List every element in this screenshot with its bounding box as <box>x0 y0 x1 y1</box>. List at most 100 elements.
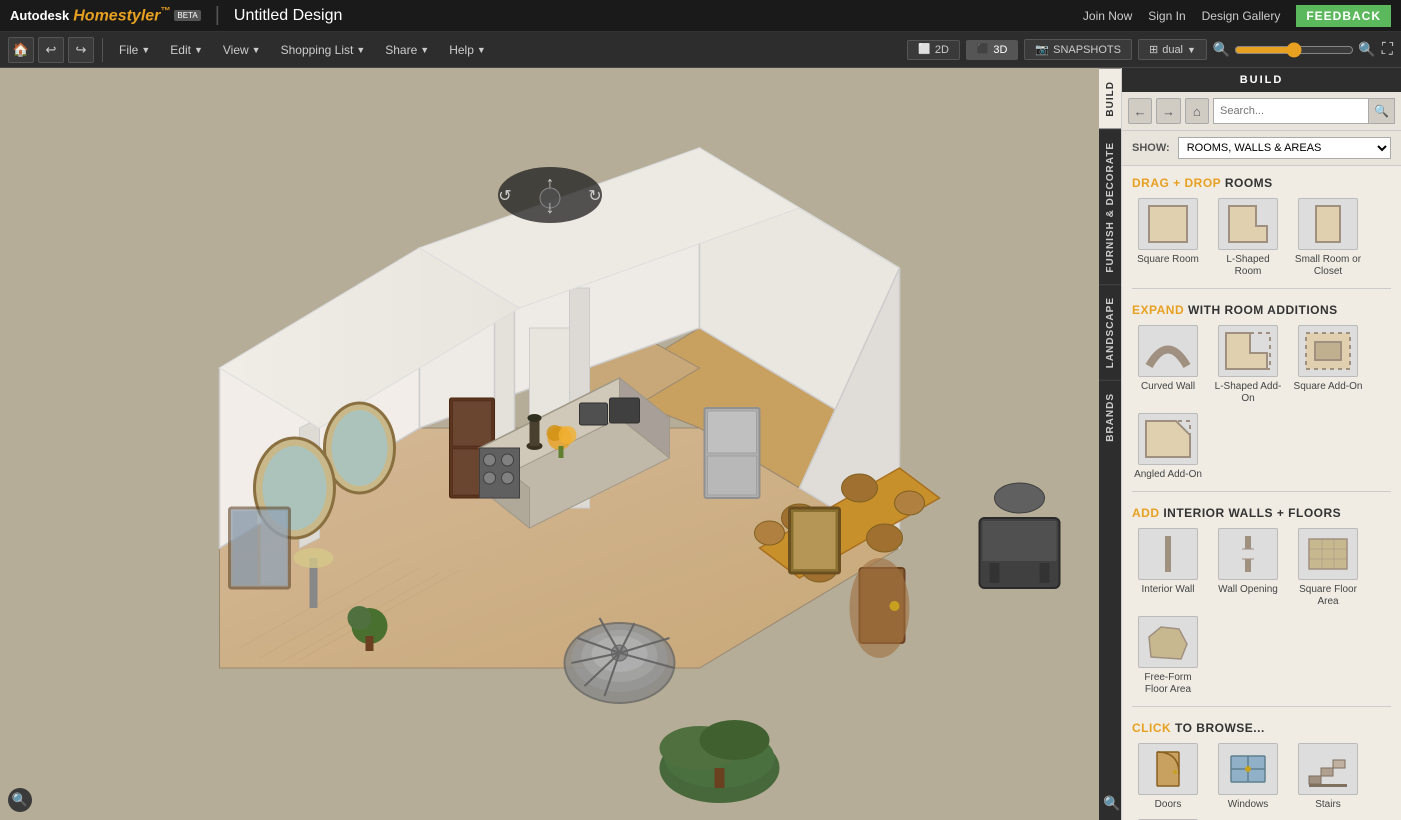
stairs-item[interactable]: Stairs <box>1292 743 1364 811</box>
doors-icon <box>1138 743 1198 795</box>
main-area: ↑ ↺ ↻ ↓ <box>0 68 1401 820</box>
svg-text:↓: ↓ <box>545 197 554 217</box>
small-room-item[interactable]: Small Room or Closet <box>1292 198 1364 278</box>
landscape-tab[interactable]: LANDSCAPE <box>1099 284 1121 380</box>
fullscreen-button[interactable]: ⛶ <box>1382 41 1393 59</box>
design-title: Untitled Design <box>234 7 343 25</box>
build-header: BUILD <box>1122 68 1401 92</box>
click-section: CLICK TO BROWSE... Doors <box>1122 711 1401 820</box>
view-3d-button[interactable]: ⬛ 3D <box>966 40 1019 60</box>
wall-opening-label: Wall Opening <box>1218 584 1278 596</box>
sign-in-link[interactable]: Sign In <box>1148 9 1185 23</box>
drag-drop-section: DRAG + DROP ROOMS Square Room <box>1122 166 1401 284</box>
square-floor-label: Square Floor Area <box>1292 584 1364 608</box>
mini-lens-button[interactable]: 🔍 <box>8 788 32 812</box>
click-title: CLICK TO BROWSE... <box>1132 721 1391 735</box>
section-divider-3 <box>1132 706 1391 707</box>
logo: Autodesk Homestyler™ BETA | Untitled Des… <box>10 4 342 27</box>
furnish-tab[interactable]: FURNISH & DECORATE <box>1099 129 1121 285</box>
windows-icon <box>1218 743 1278 795</box>
square-room-icon <box>1138 198 1198 250</box>
file-menu[interactable]: File▼ <box>111 39 158 61</box>
zoom-out-button[interactable]: 🔍 <box>1213 41 1230 58</box>
sidebar-home-button[interactable]: ⌂ <box>1185 98 1209 124</box>
edit-menu[interactable]: Edit▼ <box>162 39 211 61</box>
click-rest-label: TO BROWSE... <box>1175 721 1265 735</box>
sidebar-forward-button[interactable]: → <box>1156 98 1180 124</box>
show-row: SHOW: ROOMS, WALLS & AREAS ROOMS ONLY WA… <box>1122 131 1401 166</box>
svg-text:↻: ↻ <box>588 188 601 205</box>
square-room-item[interactable]: Square Room <box>1132 198 1204 278</box>
small-room-label: Small Room or Closet <box>1292 254 1364 278</box>
svg-text:↺: ↺ <box>498 188 511 205</box>
curved-wall-label: Curved Wall <box>1141 381 1195 393</box>
join-now-link[interactable]: Join Now <box>1083 9 1132 23</box>
stairs-label: Stairs <box>1315 799 1341 811</box>
side-tabs: BUILD FURNISH & DECORATE LANDSCAPE BRAND… <box>1099 68 1121 820</box>
share-menu[interactable]: Share▼ <box>377 39 437 61</box>
logo-divider: | <box>215 4 220 27</box>
brands-tab[interactable]: BRANDS <box>1099 380 1121 454</box>
undo-button[interactable]: ↩ <box>38 37 64 63</box>
lshaped-room-item[interactable]: L-Shaped Room <box>1212 198 1284 278</box>
build-tab[interactable]: BUILD <box>1099 68 1121 129</box>
shopping-list-menu[interactable]: Shopping List▼ <box>273 39 374 61</box>
drag-label: DRAG + DROP <box>1132 176 1221 190</box>
add-label: ADD <box>1132 506 1160 520</box>
angled-addon-label: Angled Add-On <box>1134 469 1202 481</box>
design-canvas[interactable]: ↑ ↺ ↻ ↓ <box>0 68 1099 820</box>
toolbar-separator <box>102 38 103 62</box>
toolbar-right: ⬜ 2D ⬛ 3D 📷 SNAPSHOTS ⊞ dual ▼ 🔍 🔍 ⛶ <box>907 39 1393 60</box>
redo-button[interactable]: ↪ <box>68 37 94 63</box>
sidebar-nav: ← → ⌂ 🔍 <box>1122 92 1401 131</box>
add-section: ADD INTERIOR WALLS + FLOORS Interior Wal… <box>1122 496 1401 702</box>
show-select[interactable]: ROOMS, WALLS & AREAS ROOMS ONLY WALLS ON… <box>1178 137 1391 159</box>
feedback-button[interactable]: FEEDBACK <box>1296 5 1391 27</box>
logo-beta: BETA <box>174 10 200 21</box>
sidebar-search: 🔍 <box>1213 98 1395 124</box>
lshaped-room-icon <box>1218 198 1278 250</box>
zoom-in-button[interactable]: 🔍 <box>1358 41 1375 58</box>
lshaped-room-label: L-Shaped Room <box>1212 254 1284 278</box>
freeform-floor-item[interactable]: Free-Form Floor Area <box>1132 616 1204 696</box>
zoom-slider[interactable] <box>1234 42 1354 58</box>
square-room-label: Square Room <box>1137 254 1199 266</box>
snapshots-button[interactable]: 📷 SNAPSHOTS <box>1024 39 1132 60</box>
sidebar-search-input[interactable] <box>1213 98 1369 124</box>
home-button[interactable]: 🏠 <box>8 37 34 63</box>
angled-addon-item[interactable]: Angled Add-On <box>1132 413 1204 481</box>
interior-wall-item[interactable]: Interior Wall <box>1132 528 1204 608</box>
lshaped-addon-item[interactable]: L-Shaped Add-On <box>1212 325 1284 405</box>
click-label: CLICK <box>1132 721 1171 735</box>
view-2d-button[interactable]: ⬜ 2D <box>907 40 960 60</box>
sidebar-search-button[interactable]: 🔍 <box>1369 98 1395 124</box>
square-floor-icon <box>1298 528 1358 580</box>
topbar-right: Join Now Sign In Design Gallery FEEDBACK <box>1083 5 1391 27</box>
design-gallery-link[interactable]: Design Gallery <box>1202 9 1281 23</box>
freeform-floor-label: Free-Form Floor Area <box>1132 672 1204 696</box>
doors-label: Doors <box>1155 799 1182 811</box>
wall-opening-icon <box>1218 528 1278 580</box>
doors-item[interactable]: Doors <box>1132 743 1204 811</box>
help-menu[interactable]: Help▼ <box>441 39 494 61</box>
square-floor-item[interactable]: Square Floor Area <box>1292 528 1364 608</box>
windows-label: Windows <box>1228 799 1269 811</box>
view-menu[interactable]: View▼ <box>215 39 269 61</box>
curved-wall-icon <box>1138 325 1198 377</box>
drag-drop-title: DRAG + DROP ROOMS <box>1132 176 1391 190</box>
windows-item[interactable]: Windows <box>1212 743 1284 811</box>
topbar: Autodesk Homestyler™ BETA | Untitled Des… <box>0 0 1401 32</box>
dual-button[interactable]: ⊞ dual ▼ <box>1138 39 1207 60</box>
zoom-bar: 🔍 🔍 <box>1213 41 1376 58</box>
magnifier-side-icon[interactable]: 🔍 <box>1099 787 1121 820</box>
sidebar-back-button[interactable]: ← <box>1128 98 1152 124</box>
wall-opening-item[interactable]: Wall Opening <box>1212 528 1284 608</box>
logo-autodesk: Autodesk <box>10 8 69 23</box>
angled-addon-icon <box>1138 413 1198 465</box>
curved-wall-item[interactable]: Curved Wall <box>1132 325 1204 405</box>
section-divider-2 <box>1132 491 1391 492</box>
square-addon-item[interactable]: Square Add-On <box>1292 325 1364 405</box>
add-title: ADD INTERIOR WALLS + FLOORS <box>1132 506 1391 520</box>
expand-rest-label: WITH ROOM ADDITIONS <box>1188 303 1338 317</box>
camera-control[interactable]: ↑ ↺ ↻ ↓ <box>495 163 605 233</box>
